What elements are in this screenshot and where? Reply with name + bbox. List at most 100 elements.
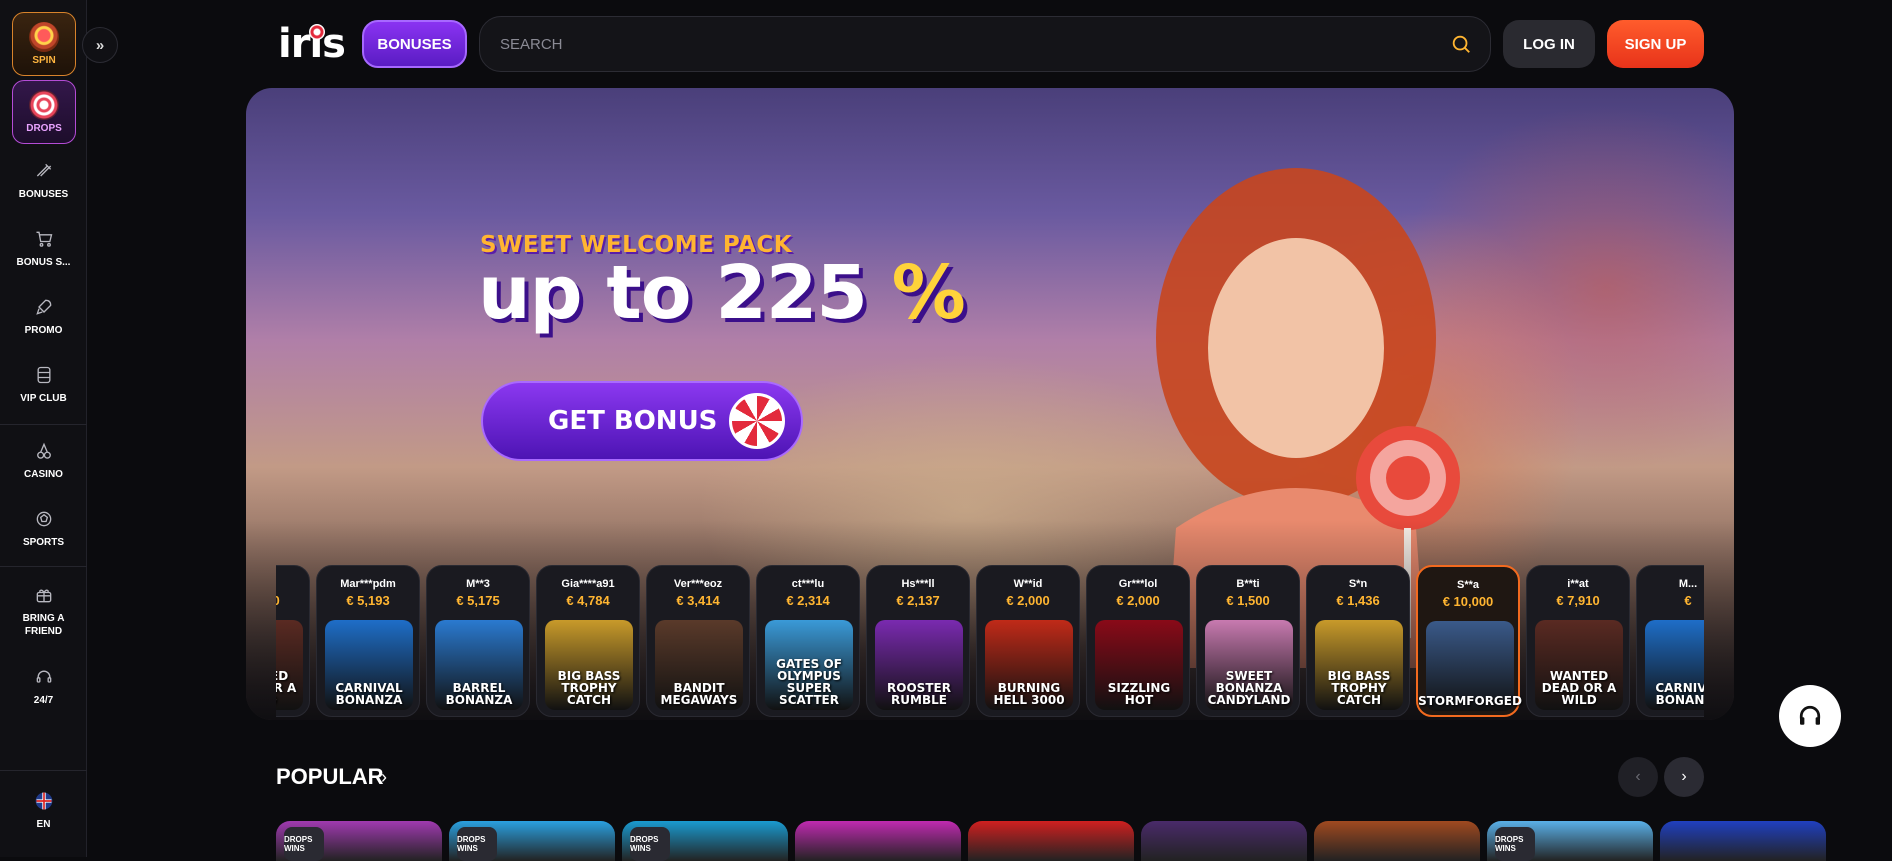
game-title: SWEET BONANZA CANDYLAND — [1207, 669, 1291, 707]
winner-amount: € 2,314 — [786, 593, 830, 608]
game-title: BANDIT MEGAWAYS — [660, 681, 738, 707]
double-chevron-right-icon: » — [95, 36, 105, 54]
sidebar-item-vip-club[interactable]: VIP CLUB — [0, 364, 87, 405]
chevron-right-icon[interactable]: › — [381, 767, 387, 788]
popular-game-card[interactable] — [795, 821, 961, 861]
winner-card[interactable]: M**3 € 5,175 BARREL BONANZA — [426, 565, 530, 717]
game-title: WANTED DEAD OR A WILD — [276, 669, 297, 706]
winner-card[interactable]: ct***lu € 2,314 GATES OF OLYMPUS SUPER SCA… — [756, 565, 860, 717]
winner-amount: € 2,000 — [1116, 593, 1160, 608]
search-bar — [479, 16, 1491, 72]
game-title: CARNIVAL BONANZA — [335, 681, 403, 707]
search-icon[interactable] — [1450, 33, 1472, 55]
drops-wins-badge: DROPS WINS — [630, 827, 670, 861]
winner-card[interactable]: Gr***lol € 2,000 SIZZLING HOT — [1086, 565, 1190, 717]
sidebar-item-support[interactable]: 24/7 — [0, 666, 87, 707]
game-thumbnail: SWEET BONANZA CANDYLAND — [1205, 620, 1293, 710]
search-input[interactable] — [500, 17, 1400, 71]
game-thumbnail: BIG BASS TROPHY CATCH — [1315, 620, 1403, 710]
winner-card[interactable]: M... € CARNIVAL BONANZA — [1636, 565, 1704, 717]
vip-icon — [33, 364, 55, 386]
drops-wins-badge: DROPS WINS — [1495, 827, 1535, 861]
game-thumbnail: CARNIVAL BONANZA — [325, 620, 413, 710]
winner-card[interactable]: Mar***pdm € 5,193 CARNIVAL BONANZA — [316, 565, 420, 717]
carousel-prev-button[interactable]: ‹ — [1618, 757, 1658, 797]
get-bonus-button[interactable]: GET BONUS — [481, 381, 803, 461]
signup-button[interactable]: SIGN UP — [1607, 20, 1704, 68]
winner-card[interactable]: Ver***eoz € 3,414 BANDIT MEGAWAYS — [646, 565, 750, 717]
login-button[interactable]: LOG IN — [1503, 20, 1595, 68]
cherries-icon — [33, 440, 55, 462]
lollipop-icon — [729, 393, 785, 449]
game-thumbnail: SIZZLING HOT — [1095, 620, 1183, 710]
winner-name: ct***lu — [791, 578, 825, 590]
game-thumbnail: WANTED DEAD OR A WILD — [276, 620, 303, 710]
sidebar-item-bonuses[interactable]: BONUSES — [0, 160, 87, 201]
game-title: BIG BASS TROPHY CATCH — [557, 669, 621, 707]
wheel-icon — [29, 22, 59, 52]
carousel-next-button[interactable]: › — [1664, 757, 1704, 797]
popular-game-card[interactable] — [968, 821, 1134, 861]
headline-text: up to 225 — [478, 250, 868, 336]
popular-title[interactable]: POPULAR — [276, 764, 384, 790]
drops-button[interactable]: DROPS — [12, 80, 76, 144]
popular-game-card[interactable] — [1141, 821, 1307, 861]
game-title: ROOSTER RUMBLE — [887, 681, 951, 707]
sidebar-item-promo[interactable]: PROMO — [0, 296, 87, 337]
winner-card[interactable]: B**ti € 1,500 SWEET BONANZA CANDYLAND — [1196, 565, 1300, 717]
sidebar-divider — [0, 424, 87, 425]
game-thumbnail: WANTED DEAD OR A WILD — [1535, 620, 1623, 710]
sidebar-item-bring-a-friend[interactable]: BRING A FRIEND — [0, 584, 87, 638]
winner-card[interactable]: S**a € 10,000 STORMFORGED — [1416, 565, 1522, 717]
winner-card[interactable]: Gia****a91 € 4,784 BIG BASS TROPHY CATCH — [536, 565, 640, 717]
bonuses-button[interactable]: BONUSES — [362, 20, 467, 68]
language-selector[interactable]: EN — [0, 790, 87, 831]
gift-icon — [33, 584, 55, 606]
game-thumbnail: BURNING HELL 3000 — [985, 620, 1073, 710]
game-title: CARNIVAL BONANZA — [1655, 681, 1704, 707]
support-chat-button[interactable] — [1779, 685, 1841, 747]
game-title: BURNING HELL 3000 — [993, 681, 1065, 707]
winner-amount: € 5,193 — [346, 593, 390, 608]
winner-card[interactable]: W**id € 2,000 BURNING HELL 3000 — [976, 565, 1080, 717]
winner-card[interactable]: S*n € 1,436 BIG BASS TROPHY CATCH — [1306, 565, 1410, 717]
winner-name: S**a — [1456, 579, 1480, 591]
game-thumbnail: BANDIT MEGAWAYS — [655, 620, 743, 710]
winner-name: i**at — [276, 578, 309, 590]
winner-name: i**at — [1567, 578, 1589, 590]
winner-card[interactable]: i**at € 7,910 WANTED DEAD OR A WILD — [1526, 565, 1630, 717]
sidebar-item-casino[interactable]: CASINO — [0, 440, 87, 481]
winner-card[interactable]: i**at € 7,910 WANTED DEAD OR A WILD — [276, 565, 310, 717]
game-title: SIZZLING HOT — [1107, 681, 1171, 707]
expand-sidebar-button[interactable]: » — [82, 27, 118, 63]
popular-game-card[interactable] — [1314, 821, 1480, 861]
winner-card[interactable]: Hs***ll € 2,137 ROOSTER RUMBLE — [866, 565, 970, 717]
winner-amount: € 10,000 — [1442, 594, 1494, 609]
sidebar-item-sports[interactable]: SPORTS — [0, 508, 87, 549]
logo[interactable]: iris — [278, 21, 346, 67]
winner-amount: € 7,910 — [1556, 593, 1600, 608]
spin-button[interactable]: SPIN — [12, 12, 76, 76]
winner-name: Mar***pdm — [340, 578, 396, 590]
lollipop-icon — [309, 24, 325, 40]
winner-name: S*n — [1348, 578, 1368, 590]
sidebar-item-bonus-shop[interactable]: BONUS S... — [0, 228, 87, 269]
sidebar: SPIN DROPS BONUSES BONUS S... PROMO VIP … — [0, 0, 87, 857]
popular-game-card[interactable] — [1660, 821, 1826, 861]
game-thumbnail: BARREL BONANZA — [435, 620, 523, 710]
sidebar-item-label: BRING A FRIEND — [22, 613, 65, 637]
sidebar-item-label: VIP CLUB — [20, 393, 67, 404]
game-thumbnail: CARNIVAL BONANZA — [1645, 620, 1704, 710]
popular-game-card[interactable]: DROPS WINS — [449, 821, 615, 861]
headline-percent: % — [891, 250, 966, 336]
sidebar-item-label: 24/7 — [33, 695, 54, 706]
rocket-icon — [33, 296, 55, 318]
popular-game-card[interactable]: DROPS WINS — [622, 821, 788, 861]
winner-name: M... — [1678, 578, 1698, 590]
cart-icon — [33, 228, 55, 250]
winner-amount: € 4,784 — [566, 593, 610, 608]
popular-game-card[interactable]: DROPS WINS — [276, 821, 442, 861]
drops-label: DROPS — [26, 123, 62, 134]
popular-game-card[interactable]: DROPS WINS — [1487, 821, 1653, 861]
game-thumbnail: BIG BASS TROPHY CATCH — [545, 620, 633, 710]
